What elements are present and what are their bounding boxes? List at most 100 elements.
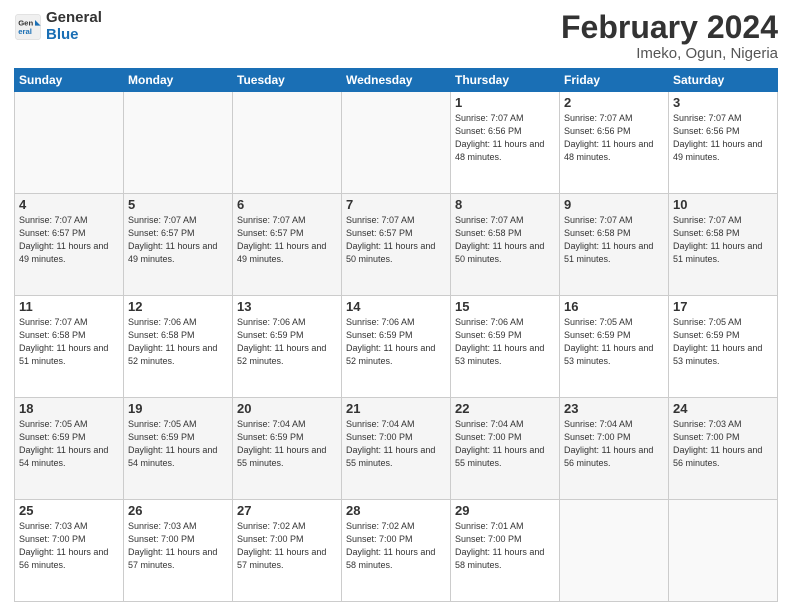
col-monday: Monday	[124, 69, 233, 92]
day-info: Sunrise: 7:07 AMSunset: 6:58 PMDaylight:…	[455, 214, 555, 266]
day-info: Sunrise: 7:01 AMSunset: 7:00 PMDaylight:…	[455, 520, 555, 572]
month-title: February 2024	[561, 10, 778, 45]
calendar-cell: 5 Sunrise: 7:07 AMSunset: 6:57 PMDaylight…	[124, 194, 233, 296]
calendar-cell: 28Sunrise: 7:02 AMSunset: 7:00 PMDayligh…	[342, 500, 451, 602]
day-number: 3	[673, 95, 773, 110]
calendar-cell: 10 Sunrise: 7:07 AMSunset: 6:58 PMDayligh…	[669, 194, 778, 296]
calendar-cell: 27 Sunrise: 7:02 AMSunset: 7:00 PMDayligh…	[233, 500, 342, 602]
calendar-cell: 7Sunrise: 7:07 AMSunset: 6:57 PMDaylight…	[342, 194, 451, 296]
day-number: 10	[673, 197, 773, 212]
col-thursday: Thursday	[451, 69, 560, 92]
day-number: 9	[564, 197, 664, 212]
day-number: 2	[564, 95, 664, 110]
location-title: Imeko, Ogun, Nigeria	[561, 45, 778, 62]
col-saturday: Saturday	[669, 69, 778, 92]
logo: Gen eral General Blue	[14, 10, 102, 43]
calendar-week-row: 1 Sunrise: 7:07 AMSunset: 6:56 PMDaylight…	[15, 92, 778, 194]
calendar-week-row: 25 Sunrise: 7:03 AMSunset: 7:00 PMDayligh…	[15, 500, 778, 602]
day-info: Sunrise: 7:05 AMSunset: 6:59 PMDaylight:…	[128, 418, 228, 470]
calendar: Sunday Monday Tuesday Wednesday Thursday…	[14, 68, 778, 602]
day-info: Sunrise: 7:07 AMSunset: 6:57 PMDaylight:…	[237, 214, 337, 266]
day-number: 29	[455, 503, 555, 518]
calendar-cell: 9 Sunrise: 7:07 AMSunset: 6:58 PMDaylight…	[560, 194, 669, 296]
day-info: Sunrise: 7:04 AMSunset: 6:59 PMDaylight:…	[237, 418, 337, 470]
day-info: Sunrise: 7:07 AMSunset: 6:57 PMDaylight:…	[128, 214, 228, 266]
calendar-cell: 6 Sunrise: 7:07 AMSunset: 6:57 PMDaylight…	[233, 194, 342, 296]
calendar-cell: 16 Sunrise: 7:05 AMSunset: 6:59 PMDayligh…	[560, 296, 669, 398]
calendar-cell: 29 Sunrise: 7:01 AMSunset: 7:00 PMDayligh…	[451, 500, 560, 602]
day-number: 20	[237, 401, 337, 416]
calendar-cell	[669, 500, 778, 602]
calendar-week-row: 4Sunrise: 7:07 AMSunset: 6:57 PMDaylight…	[15, 194, 778, 296]
logo-icon: Gen eral	[14, 13, 42, 41]
calendar-cell: 4Sunrise: 7:07 AMSunset: 6:57 PMDaylight…	[15, 194, 124, 296]
day-number: 5	[128, 197, 228, 212]
calendar-cell: 21 Sunrise: 7:04 AMSunset: 7:00 PMDayligh…	[342, 398, 451, 500]
calendar-cell: 20 Sunrise: 7:04 AMSunset: 6:59 PMDayligh…	[233, 398, 342, 500]
day-number: 16	[564, 299, 664, 314]
day-info: Sunrise: 7:05 AMSunset: 6:59 PMDaylight:…	[564, 316, 664, 368]
calendar-cell: 24 Sunrise: 7:03 AMSunset: 7:00 PMDayligh…	[669, 398, 778, 500]
day-number: 17	[673, 299, 773, 314]
day-info: Sunrise: 7:03 AMSunset: 7:00 PMDaylight:…	[128, 520, 228, 572]
calendar-cell	[342, 92, 451, 194]
svg-text:Gen: Gen	[18, 18, 33, 27]
day-number: 22	[455, 401, 555, 416]
calendar-cell	[233, 92, 342, 194]
day-number: 6	[237, 197, 337, 212]
calendar-cell	[124, 92, 233, 194]
day-info: Sunrise: 7:03 AMSunset: 7:00 PMDaylight:…	[673, 418, 773, 470]
day-number: 18	[19, 401, 119, 416]
day-info: Sunrise: 7:03 AMSunset: 7:00 PMDaylight:…	[19, 520, 119, 572]
day-info: Sunrise: 7:07 AMSunset: 6:57 PMDaylight:…	[19, 214, 119, 266]
calendar-cell: 1 Sunrise: 7:07 AMSunset: 6:56 PMDaylight…	[451, 92, 560, 194]
col-sunday: Sunday	[15, 69, 124, 92]
day-number: 13	[237, 299, 337, 314]
day-number: 19	[128, 401, 228, 416]
calendar-header-row: Sunday Monday Tuesday Wednesday Thursday…	[15, 69, 778, 92]
calendar-cell	[560, 500, 669, 602]
calendar-cell	[15, 92, 124, 194]
day-info: Sunrise: 7:06 AMSunset: 6:58 PMDaylight:…	[128, 316, 228, 368]
day-number: 25	[19, 503, 119, 518]
day-number: 26	[128, 503, 228, 518]
calendar-cell: 17 Sunrise: 7:05 AMSunset: 6:59 PMDayligh…	[669, 296, 778, 398]
page: Gen eral General Blue February 2024 Imek…	[0, 0, 792, 612]
svg-text:eral: eral	[18, 27, 32, 36]
calendar-cell: 25 Sunrise: 7:03 AMSunset: 7:00 PMDayligh…	[15, 500, 124, 602]
day-number: 27	[237, 503, 337, 518]
calendar-cell: 2Sunrise: 7:07 AMSunset: 6:56 PMDaylight…	[560, 92, 669, 194]
calendar-cell: 15Sunrise: 7:06 AMSunset: 6:59 PMDayligh…	[451, 296, 560, 398]
header: Gen eral General Blue February 2024 Imek…	[14, 10, 778, 62]
title-block: February 2024 Imeko, Ogun, Nigeria	[561, 10, 778, 62]
day-number: 21	[346, 401, 446, 416]
calendar-cell: 14Sunrise: 7:06 AMSunset: 6:59 PMDayligh…	[342, 296, 451, 398]
day-info: Sunrise: 7:05 AMSunset: 6:59 PMDaylight:…	[673, 316, 773, 368]
day-number: 1	[455, 95, 555, 110]
day-number: 24	[673, 401, 773, 416]
day-info: Sunrise: 7:07 AMSunset: 6:58 PMDaylight:…	[19, 316, 119, 368]
calendar-cell: 26 Sunrise: 7:03 AMSunset: 7:00 PMDayligh…	[124, 500, 233, 602]
day-info: Sunrise: 7:04 AMSunset: 7:00 PMDaylight:…	[564, 418, 664, 470]
col-tuesday: Tuesday	[233, 69, 342, 92]
day-number: 23	[564, 401, 664, 416]
day-info: Sunrise: 7:07 AMSunset: 6:56 PMDaylight:…	[455, 112, 555, 164]
calendar-cell: 18Sunrise: 7:05 AMSunset: 6:59 PMDayligh…	[15, 398, 124, 500]
day-info: Sunrise: 7:06 AMSunset: 6:59 PMDaylight:…	[455, 316, 555, 368]
day-info: Sunrise: 7:04 AMSunset: 7:00 PMDaylight:…	[346, 418, 446, 470]
day-info: Sunrise: 7:07 AMSunset: 6:58 PMDaylight:…	[673, 214, 773, 266]
calendar-cell: 13Sunrise: 7:06 AMSunset: 6:59 PMDayligh…	[233, 296, 342, 398]
calendar-week-row: 11 Sunrise: 7:07 AMSunset: 6:58 PMDayligh…	[15, 296, 778, 398]
calendar-cell: 3 Sunrise: 7:07 AMSunset: 6:56 PMDaylight…	[669, 92, 778, 194]
day-number: 11	[19, 299, 119, 314]
calendar-cell: 11 Sunrise: 7:07 AMSunset: 6:58 PMDayligh…	[15, 296, 124, 398]
calendar-cell: 22Sunrise: 7:04 AMSunset: 7:00 PMDayligh…	[451, 398, 560, 500]
calendar-week-row: 18 Sunrise: 7:05 AMSunset: 6:59 PMDayligh…	[15, 398, 778, 500]
day-info: Sunrise: 7:02 AMSunset: 7:00 PMDaylight:…	[237, 520, 337, 572]
logo-text: General Blue	[46, 10, 102, 43]
col-wednesday: Wednesday	[342, 69, 451, 92]
day-info: Sunrise: 7:02 AMSunset: 7:00 PMDaylight:…	[346, 520, 446, 572]
day-info: Sunrise: 7:07 AMSunset: 6:56 PMDaylight:…	[673, 112, 773, 164]
calendar-cell: 12Sunrise: 7:06 AMSunset: 6:58 PMDayligh…	[124, 296, 233, 398]
day-info: Sunrise: 7:07 AMSunset: 6:58 PMDaylight:…	[564, 214, 664, 266]
